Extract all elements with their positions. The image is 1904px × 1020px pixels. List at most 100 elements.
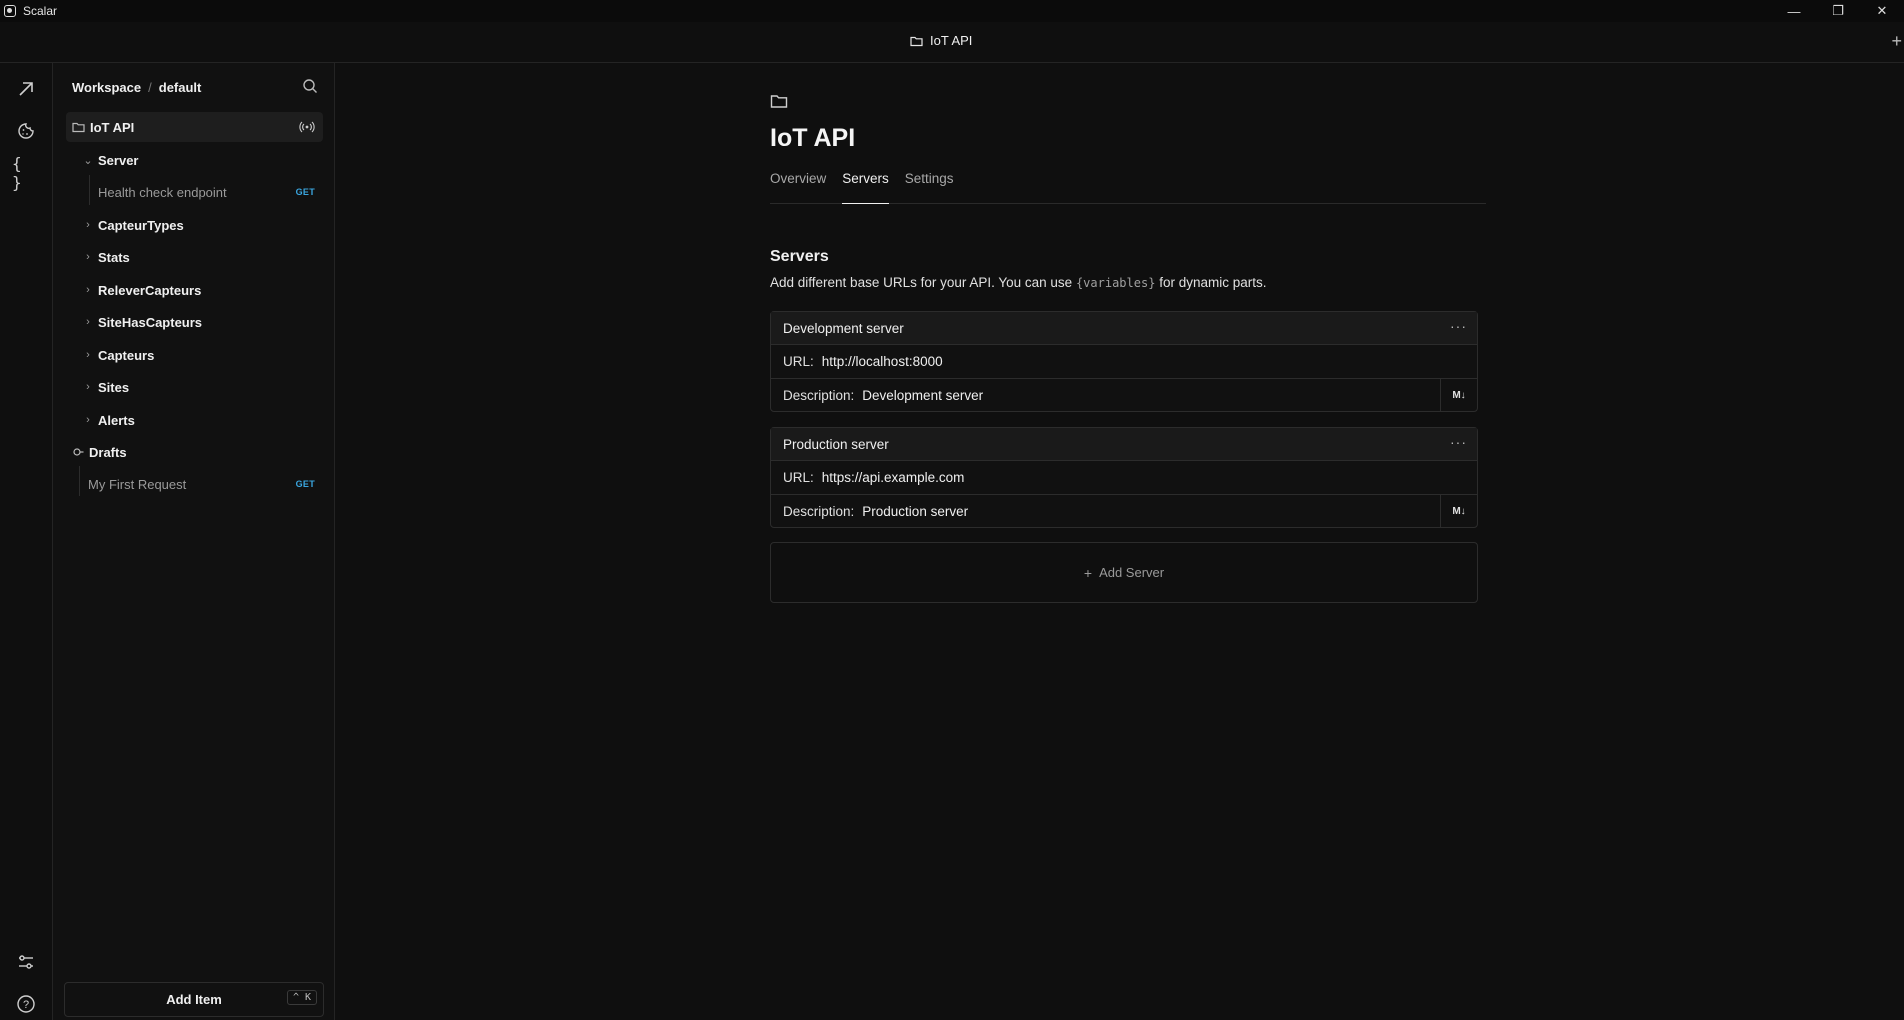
chevron-right-icon: › (86, 381, 90, 393)
folder-icon (910, 36, 923, 46)
chevron-right-icon: › (86, 219, 90, 231)
settings-sliders-icon[interactable] (12, 948, 40, 976)
sidebar-request-my-first-request[interactable]: My First Request GET (66, 469, 323, 499)
request-arrow-icon[interactable] (12, 75, 40, 103)
sidebar-item-label: Server (98, 152, 139, 168)
tab-settings[interactable]: Settings (905, 167, 954, 204)
server-description-row[interactable]: Description: Production server M↓ (771, 494, 1477, 527)
description-text: Add different base URLs for your API. Yo… (770, 275, 1076, 290)
add-item-button[interactable]: Add Item ^ K (64, 982, 324, 1017)
method-badge: GET (295, 187, 315, 197)
server-description-input[interactable]: Development server (862, 388, 983, 403)
url-label: URL: (783, 354, 814, 369)
chevron-right-icon: › (86, 251, 90, 263)
tab-servers[interactable]: Servers (842, 167, 889, 204)
collection-label: IoT API (90, 119, 135, 135)
tab-bar: IoT API + (0, 22, 1904, 63)
sidebar-item-label: Sites (98, 379, 130, 395)
maximize-button[interactable]: ❐ (1816, 0, 1860, 22)
sidebar-item-label: Capteurs (98, 347, 155, 363)
sidebar-folder-sitehascapteurs[interactable]: › SiteHasCapteurs (66, 307, 323, 337)
sidebar-item-label: ReleverCapteurs (98, 282, 202, 298)
server-card-header: Development server ··· (771, 312, 1477, 345)
more-options-icon[interactable]: ··· (1450, 318, 1467, 334)
keyboard-shortcut: ^ K (286, 990, 317, 1005)
variables-code: {variables} (1075, 276, 1156, 290)
sidebar-item-label: CapteurTypes (98, 217, 184, 233)
section-description: Add different base URLs for your API. Yo… (770, 275, 1266, 290)
server-card: Production server ··· URL: https://api.e… (770, 427, 1478, 528)
new-tab-button[interactable]: + (1891, 31, 1902, 52)
server-url-input[interactable]: http://localhost:8000 (822, 354, 943, 369)
add-item-label: Add Item (166, 992, 222, 1007)
main-panel: IoT API Overview Servers Settings Server… (335, 63, 1904, 1020)
server-description-row[interactable]: Description: Development server M↓ (771, 378, 1477, 411)
folder-icon (72, 122, 85, 133)
sidebar-drafts[interactable]: Drafts (66, 437, 323, 467)
sidebar-item-label: SiteHasCapteurs (98, 314, 203, 330)
search-icon[interactable] (302, 78, 318, 97)
server-url-row[interactable]: URL: http://localhost:8000 (771, 345, 1477, 378)
broadcast-icon[interactable] (299, 121, 315, 133)
help-icon[interactable]: ? (12, 990, 40, 1018)
sidebar: Workspace / default IoT API ⌄ Server Hea… (53, 63, 335, 1020)
chevron-right-icon: › (86, 316, 90, 328)
add-server-button[interactable]: + Add Server (770, 542, 1478, 603)
url-label: URL: (783, 470, 814, 485)
sidebar-item-label: Health check endpoint (98, 184, 227, 200)
breadcrumb-separator: / (148, 80, 152, 95)
description-text: for dynamic parts. (1155, 275, 1267, 290)
server-name: Development server (783, 320, 904, 336)
sidebar-folder-capteurs[interactable]: › Capteurs (66, 340, 323, 370)
collection-tabs: Overview Servers Settings (770, 167, 1486, 204)
folder-icon[interactable] (770, 93, 788, 112)
server-description-input[interactable]: Production server (862, 504, 968, 519)
tab-iot-api[interactable]: IoT API (910, 33, 972, 48)
app-name: Scalar (23, 4, 58, 18)
description-label: Description: (783, 503, 855, 519)
sidebar-folder-capteurtypes[interactable]: › CapteurTypes (66, 210, 323, 240)
sidebar-collection-iot-api[interactable]: IoT API (66, 112, 323, 142)
section-title: Servers (770, 248, 829, 265)
page-title[interactable]: IoT API (770, 124, 855, 153)
cookie-icon[interactable] (12, 117, 40, 145)
drafts-icon (73, 448, 84, 456)
sidebar-folder-alerts[interactable]: › Alerts (66, 405, 323, 435)
workspace-label[interactable]: Workspace (72, 80, 141, 95)
chevron-right-icon: › (86, 414, 90, 426)
svg-text:?: ? (23, 999, 29, 1011)
scalar-logo-icon (4, 5, 16, 17)
tab-title: IoT API (930, 33, 973, 48)
sidebar-item-label: Stats (98, 249, 130, 265)
server-card: Development server ··· URL: http://local… (770, 311, 1478, 412)
drafts-label: Drafts (89, 444, 127, 460)
close-button[interactable]: ✕ (1860, 0, 1904, 22)
sidebar-item-label: My First Request (88, 476, 187, 492)
breadcrumb: Workspace / default (72, 80, 201, 95)
server-name: Production server (783, 436, 889, 452)
server-url-input[interactable]: https://api.example.com (822, 470, 965, 485)
minimize-button[interactable]: — (1772, 0, 1816, 22)
chevron-right-icon: › (86, 284, 90, 296)
chevron-right-icon: › (86, 349, 90, 361)
sidebar-folder-server[interactable]: ⌄ Server (66, 145, 323, 175)
more-options-icon[interactable]: ··· (1450, 434, 1467, 450)
description-label: Description: (783, 387, 855, 403)
tab-overview[interactable]: Overview (770, 167, 826, 204)
title-bar: Scalar — ❐ ✕ (0, 0, 1904, 22)
environment-braces-icon[interactable]: { } (12, 154, 40, 192)
sidebar-folder-relevercapteurs[interactable]: › ReleverCapteurs (66, 275, 323, 305)
markdown-icon[interactable]: M↓ (1440, 495, 1477, 527)
server-url-row[interactable]: URL: https://api.example.com (771, 461, 1477, 494)
server-card-header: Production server ··· (771, 428, 1477, 461)
plus-icon: + (1083, 564, 1093, 581)
sidebar-folder-sites[interactable]: › Sites (66, 372, 323, 402)
sidebar-request-health-check[interactable]: Health check endpoint GET (66, 177, 323, 207)
chevron-down-icon: ⌄ (83, 154, 93, 167)
workspace-name[interactable]: default (159, 80, 202, 95)
add-server-label: Add Server (1099, 565, 1165, 580)
icon-rail: { } ? (0, 63, 53, 1020)
method-badge: GET (295, 479, 315, 489)
sidebar-folder-stats[interactable]: › Stats (66, 242, 323, 272)
markdown-icon[interactable]: M↓ (1440, 379, 1477, 411)
